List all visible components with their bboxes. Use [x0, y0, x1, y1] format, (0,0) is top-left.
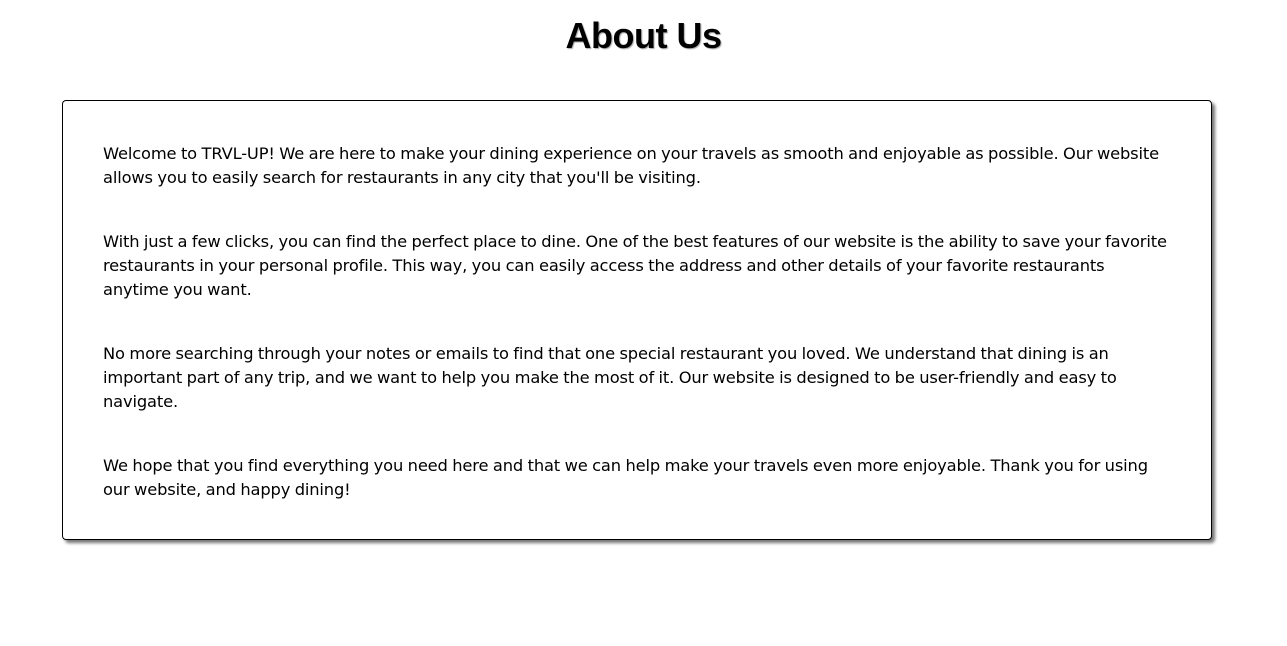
page-title: About Us	[565, 15, 722, 56]
about-card: Welcome to TRVL-UP! We are here to make …	[62, 100, 1212, 540]
about-paragraph-mission: No more searching through your notes or …	[103, 344, 1117, 411]
about-paragraph-closing: We hope that you find everything you nee…	[103, 456, 1148, 499]
about-paragraph-features: With just a few clicks, you can find the…	[103, 232, 1167, 299]
about-paragraph-welcome: Welcome to TRVL-UP! We are here to make …	[103, 144, 1159, 187]
